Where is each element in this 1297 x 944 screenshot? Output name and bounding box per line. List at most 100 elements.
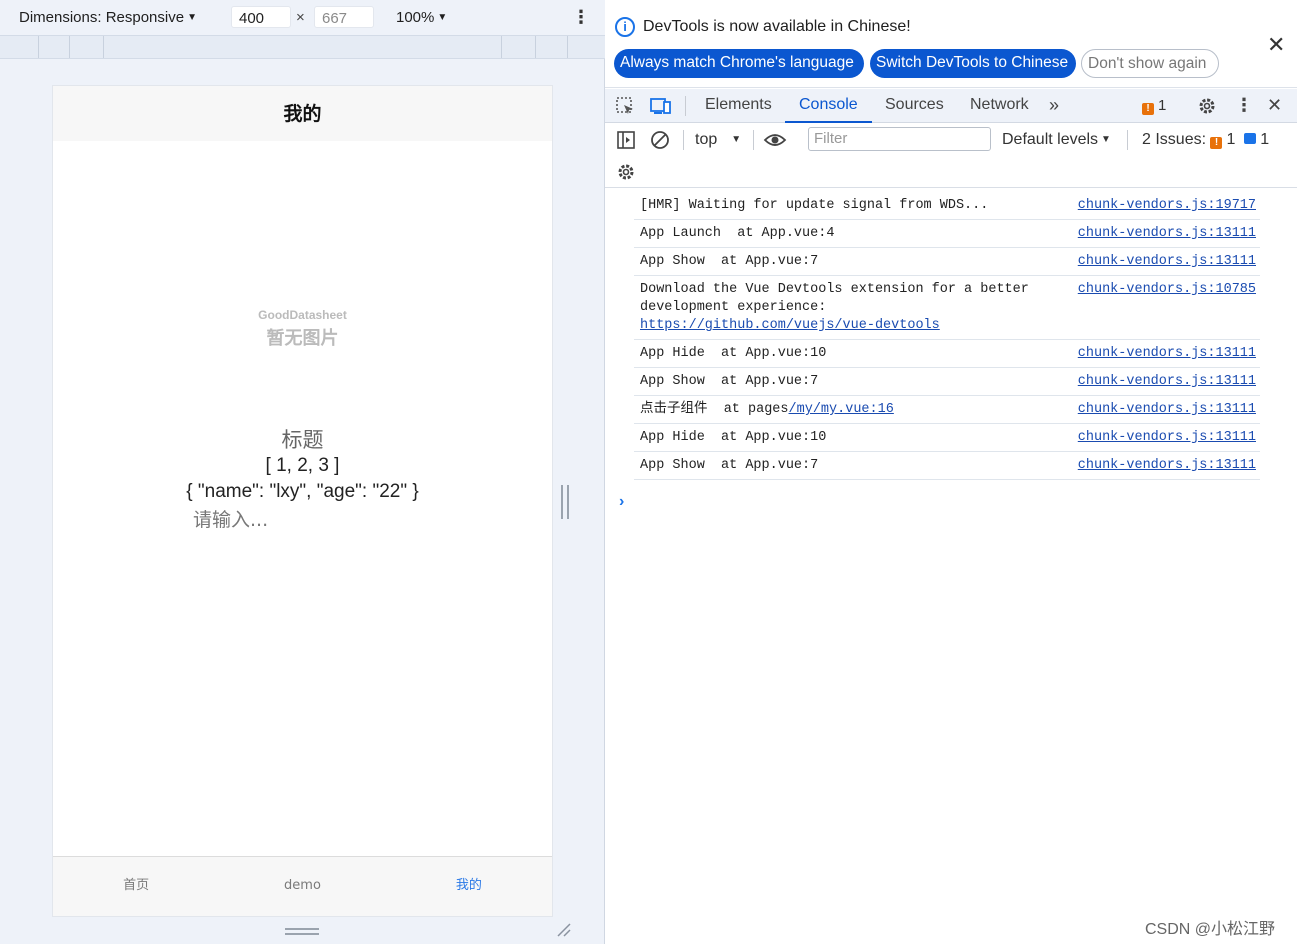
close-icon[interactable]: ✕ [1267,32,1285,58]
inspect-element-icon[interactable] [615,96,635,116]
device-pane: Dimensions: Responsive ▼ 400 × 667 100% ▼ … [0,0,605,944]
resize-handle-bottom[interactable] [285,928,319,935]
console-message: 点击子组件 at pages/my/my.vue:16 [640,401,1070,419]
message-text: Download the Vue Devtools extension for … [640,282,1037,315]
issues-counter[interactable]: ! 1 [1142,97,1166,115]
placeholder-text: 暂无图片 [266,328,339,349]
tab-demo[interactable]: demo [219,857,385,916]
filter-input[interactable]: Filter [808,127,991,151]
console-message: App Hide at App.vue:10 [640,430,827,445]
source-link[interactable]: chunk-vendors.js:13111 [1078,401,1256,419]
resize-handle-right[interactable] [561,485,569,519]
height-input[interactable]: 667 [314,6,374,28]
tab-home[interactable]: 首页 [53,857,219,916]
separator [1127,130,1128,150]
text-input[interactable] [193,507,413,533]
source-link[interactable]: chunk-vendors.js:13111 [1078,225,1256,243]
array-text: [ 1, 2, 3 ] [265,455,340,476]
warning-icon: ! [1142,103,1154,115]
tab-sources[interactable]: Sources [885,89,944,123]
source-link[interactable]: chunk-vendors.js:13111 [1078,345,1256,363]
console-messages: [HMR] Waiting for update signal from WDS… [605,192,1297,480]
source-link[interactable]: chunk-vendors.js:19717 [1078,197,1256,215]
ruler-tick [567,36,568,58]
console-row: App Launch at App.vue:4 chunk-vendors.js:… [634,220,1260,248]
page-title: 我的 [53,86,552,141]
console-row: Download the Vue Devtools extension for … [634,276,1260,340]
tab-network[interactable]: Network [970,89,1029,123]
separator [753,130,754,150]
tab-mine[interactable]: 我的 [386,857,552,916]
dimensions-label: Dimensions: Responsive [19,9,185,26]
warning-icon: ! [1210,137,1223,149]
console-row: App Show at App.vue:7 chunk-vendors.js:13… [634,368,1260,396]
sidebar-toggle-icon[interactable] [616,130,636,150]
ruler-tick [501,36,502,58]
source-link[interactable]: chunk-vendors.js:13111 [1078,253,1256,271]
caret-down-icon: ▼ [187,12,197,23]
console-row: App Hide at App.vue:10 chunk-vendors.js:1… [634,340,1260,368]
caret-down-icon: ▼ [731,134,742,145]
ruler-tick [38,36,39,58]
resize-corner-icon[interactable] [556,922,572,938]
devtools-tabs: Elements Console Sources Network » ! 1 ⋮ … [605,89,1297,123]
dimensions-dropdown[interactable]: Dimensions: Responsive ▼ [19,9,197,26]
info-icon: i [615,17,635,37]
console-message: App Show at App.vue:7 [640,458,819,473]
levels-label: Default levels [1002,131,1099,148]
devtools-panel: i DevTools is now available in Chinese! … [605,0,1297,944]
devtools-link[interactable]: https://github.com/vuejs/vue-devtools [640,318,940,333]
device-toggle-icon[interactable] [650,96,672,116]
ruler-tick [535,36,536,58]
eye-icon[interactable] [763,130,787,150]
console-message: Download the Vue Devtools extension for … [640,281,1070,335]
issues-summary[interactable]: 2 Issues: ! 1 1 [1142,131,1269,149]
message-text: 点击子组件 at pages [640,402,789,417]
clear-console-icon[interactable] [650,130,670,150]
screen: Dimensions: Responsive ▼ 400 × 667 100% ▼ … [0,0,1297,944]
tab-elements[interactable]: Elements [705,89,772,123]
caret-down-icon: ▼ [437,12,448,23]
close-devtools-icon[interactable]: ✕ [1267,89,1282,123]
issues-label: 2 Issues: [1142,131,1207,148]
zoom-dropdown[interactable]: 100% ▼ [396,9,447,26]
object-text: { "name": "lxy", "age": "22" } [186,481,419,502]
context-dropdown[interactable]: top ▼ [695,131,741,149]
media-query-ruler[interactable] [0,35,605,59]
console-message: App Show at App.vue:7 [640,374,819,389]
context-label: top [695,131,718,148]
source-link[interactable]: chunk-vendors.js:10785 [1078,281,1256,299]
times-sign: × [296,9,305,26]
console-row: App Show at App.vue:7 chunk-vendors.js:13… [634,248,1260,276]
width-input[interactable]: 400 [231,6,291,28]
console-row: App Hide at App.vue:10 chunk-vendors.js:1… [634,424,1260,452]
console-settings-icon[interactable] [616,162,636,182]
device-viewport: 我的 GoodDatasheet 暂无图片 标题 [ 1, 2, 3 ] { "… [52,85,553,917]
console-toolbar: top ▼ Filter Default levels ▼ 2 Issues: ! 1… [605,124,1297,188]
ruler-tick [69,36,70,58]
tab-bar: 首页 demo 我的 [53,856,552,916]
ruler-tick [103,36,104,58]
more-options-icon[interactable]: ⋮ [1235,89,1253,123]
source-link[interactable]: chunk-vendors.js:13111 [1078,429,1256,447]
caret-down-icon: ▼ [1101,134,1111,145]
zoom-label: 100% [396,9,435,26]
source-link[interactable]: chunk-vendors.js:13111 [1078,457,1256,475]
file-link[interactable]: /my/my.vue:16 [789,402,894,417]
source-link[interactable]: chunk-vendors.js:13111 [1078,373,1256,391]
settings-gear-icon[interactable] [1197,96,1217,116]
console-prompt-icon[interactable]: › [619,493,624,511]
console-row: 点击子组件 at pages/my/my.vue:16 chunk-vendors… [634,396,1260,424]
match-language-button[interactable]: Always match Chrome's language [614,49,864,78]
console-row: App Show at App.vue:7 chunk-vendors.js:13… [634,452,1260,480]
dont-show-again-button[interactable]: Don't show again [1081,49,1219,78]
language-banner: i DevTools is now available in Chinese! … [605,0,1297,88]
tab-console[interactable]: Console [785,89,872,123]
log-levels-dropdown[interactable]: Default levels ▼ [1002,131,1111,149]
info-message-icon [1244,133,1257,144]
console-message: App Hide at App.vue:10 [640,346,827,361]
more-tabs-icon[interactable]: » [1049,89,1059,123]
device-toolbar: Dimensions: Responsive ▼ 400 × 667 100% ▼ … [0,0,605,35]
switch-chinese-button[interactable]: Switch DevTools to Chinese [870,49,1076,78]
more-options-icon[interactable]: ⋮ [572,6,590,28]
